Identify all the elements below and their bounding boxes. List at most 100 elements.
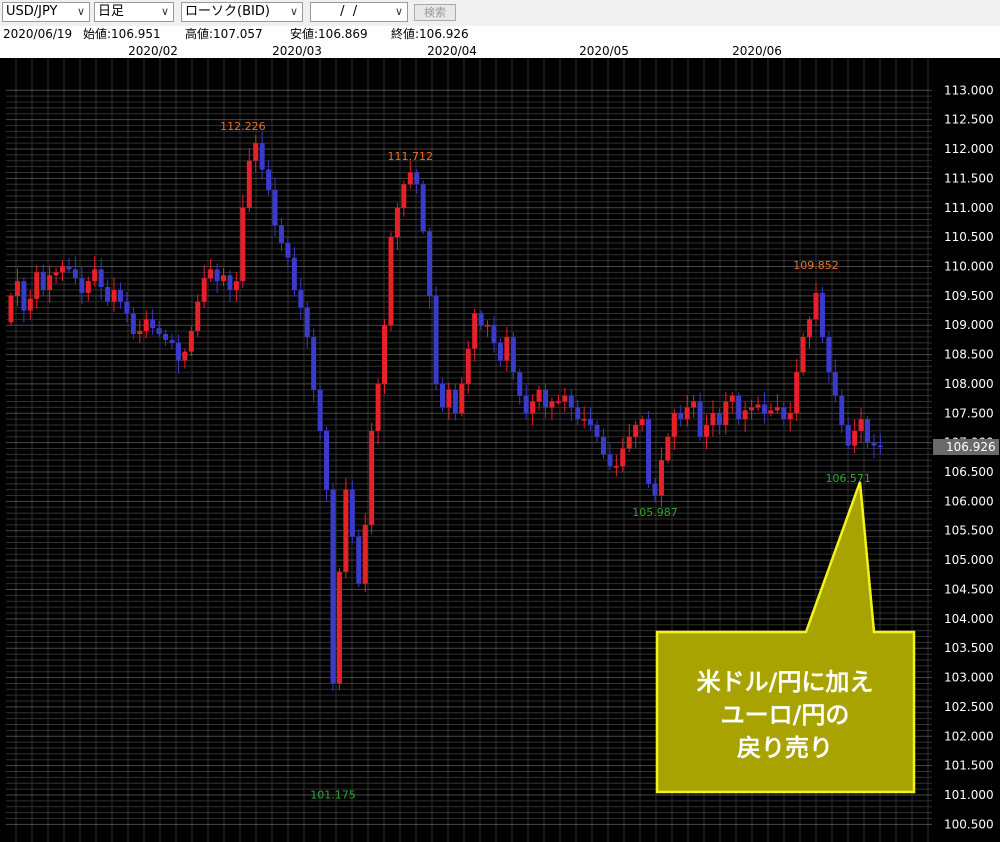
candle-body <box>98 269 104 288</box>
candle-body <box>433 295 439 384</box>
candle-body <box>60 266 66 273</box>
candle-body <box>362 524 368 584</box>
candle-body <box>336 571 342 684</box>
candle-body <box>761 404 767 414</box>
candle-body <box>807 319 813 337</box>
candle-body <box>510 336 516 373</box>
candle-body <box>66 266 72 270</box>
candle-body <box>858 419 864 431</box>
candle-body <box>105 287 111 302</box>
y-tick-label: 113.000 <box>944 83 994 97</box>
candle-body <box>188 331 194 352</box>
y-tick-label: 102.000 <box>944 729 994 743</box>
candle-body <box>195 301 201 332</box>
candle-body <box>291 257 297 290</box>
info-date: 2020/06/19 <box>3 27 73 41</box>
y-tick-label: 110.500 <box>944 230 994 244</box>
candle-body <box>478 313 484 326</box>
x-tick-label: 2020/06 <box>732 44 782 58</box>
y-tick-label: 101.500 <box>944 759 994 773</box>
candle-body <box>85 281 91 293</box>
y-tick-label: 111.500 <box>944 171 994 185</box>
candle-body <box>452 389 458 414</box>
candle-body <box>549 401 555 408</box>
y-tick-label: 109.000 <box>944 318 994 332</box>
y-tick-label: 100.500 <box>944 817 994 831</box>
candle-body <box>27 298 33 311</box>
candle-body <box>710 413 716 426</box>
candle-body <box>633 425 639 437</box>
candle-body <box>678 413 684 420</box>
candle-body <box>72 269 78 279</box>
candle-body <box>665 436 671 461</box>
candle-body <box>865 419 871 443</box>
symbol-select-value: USD/JPY <box>6 4 58 19</box>
candle-body <box>530 401 536 414</box>
candle-body <box>349 489 355 537</box>
candle-body <box>201 278 207 302</box>
candle-body <box>182 351 188 361</box>
candle-body <box>407 172 413 185</box>
y-tick-label: 106.500 <box>944 465 994 479</box>
candle-body <box>684 407 690 420</box>
candle-body <box>774 407 780 411</box>
candle-body <box>34 272 40 299</box>
period-select[interactable]: 日足 ∨ <box>94 2 174 22</box>
candle-body <box>588 419 594 426</box>
candle-body <box>388 237 394 326</box>
candle-body <box>208 269 214 279</box>
y-tick-label: 108.500 <box>944 348 994 362</box>
candle-body <box>175 342 181 361</box>
candle-body <box>459 383 465 414</box>
info-close: 終値:106.926 <box>391 27 469 41</box>
candle-body <box>626 436 632 449</box>
candle-body <box>169 339 175 343</box>
candle-body <box>343 489 349 572</box>
info-open: 始値:106.951 <box>83 27 161 41</box>
search-button[interactable]: 検索 <box>414 4 456 21</box>
symbol-select[interactable]: USD/JPY ∨ <box>2 2 90 22</box>
candle-body <box>143 319 149 332</box>
candle-body <box>600 436 606 455</box>
candle-body <box>446 389 452 408</box>
chevron-down-icon: ∨ <box>160 5 170 18</box>
candle-body <box>736 395 742 420</box>
candle-body <box>401 184 407 208</box>
y-tick-label: 109.500 <box>944 289 994 303</box>
toolbar: USD/JPY ∨ 日足 ∨ ローソク(BID) ∨ / / ∨ 検索 <box>0 0 1000 26</box>
candle-body <box>716 413 722 426</box>
info-low: 安値:106.869 <box>290 27 368 41</box>
callout-text-line: ユーロ/円の <box>721 701 850 729</box>
candle-body <box>150 319 156 329</box>
candle-body <box>839 395 845 426</box>
candle-body <box>594 425 600 437</box>
candle-body <box>787 413 793 420</box>
candle-body <box>581 419 587 421</box>
candle-body <box>485 325 491 327</box>
candle-body <box>8 295 14 323</box>
candle-body <box>369 430 375 525</box>
price-info-bar: 2020/06/19 始値:106.951 高値:107.057 安値:106.… <box>0 26 1000 42</box>
y-tick-label: 106.000 <box>944 494 994 508</box>
x-tick-label: 2020/02 <box>128 44 178 58</box>
candle-body <box>382 325 388 384</box>
candle-body <box>420 184 426 232</box>
candle-body <box>871 442 877 446</box>
candle-body <box>130 313 136 335</box>
candlestick-chart[interactable]: 2020/02 2020/03 2020/04 2020/05 2020/06 113.… <box>0 42 1000 842</box>
candle-body <box>800 336 806 373</box>
candle-body <box>755 404 761 408</box>
chart-type-select[interactable]: ローソク(BID) ∨ <box>181 2 303 22</box>
y-tick-label: 103.500 <box>944 641 994 655</box>
candle-body <box>324 430 330 490</box>
candle-body <box>317 389 323 431</box>
candle-body <box>79 278 85 293</box>
candle-body <box>536 389 542 402</box>
y-tick-label: 101.000 <box>944 788 994 802</box>
candle-body <box>620 448 626 467</box>
candle-body <box>117 289 123 302</box>
candle-body <box>47 275 53 290</box>
date-select[interactable]: / / ∨ <box>310 2 408 22</box>
candle-body <box>781 407 787 420</box>
candle-body <box>832 372 838 396</box>
